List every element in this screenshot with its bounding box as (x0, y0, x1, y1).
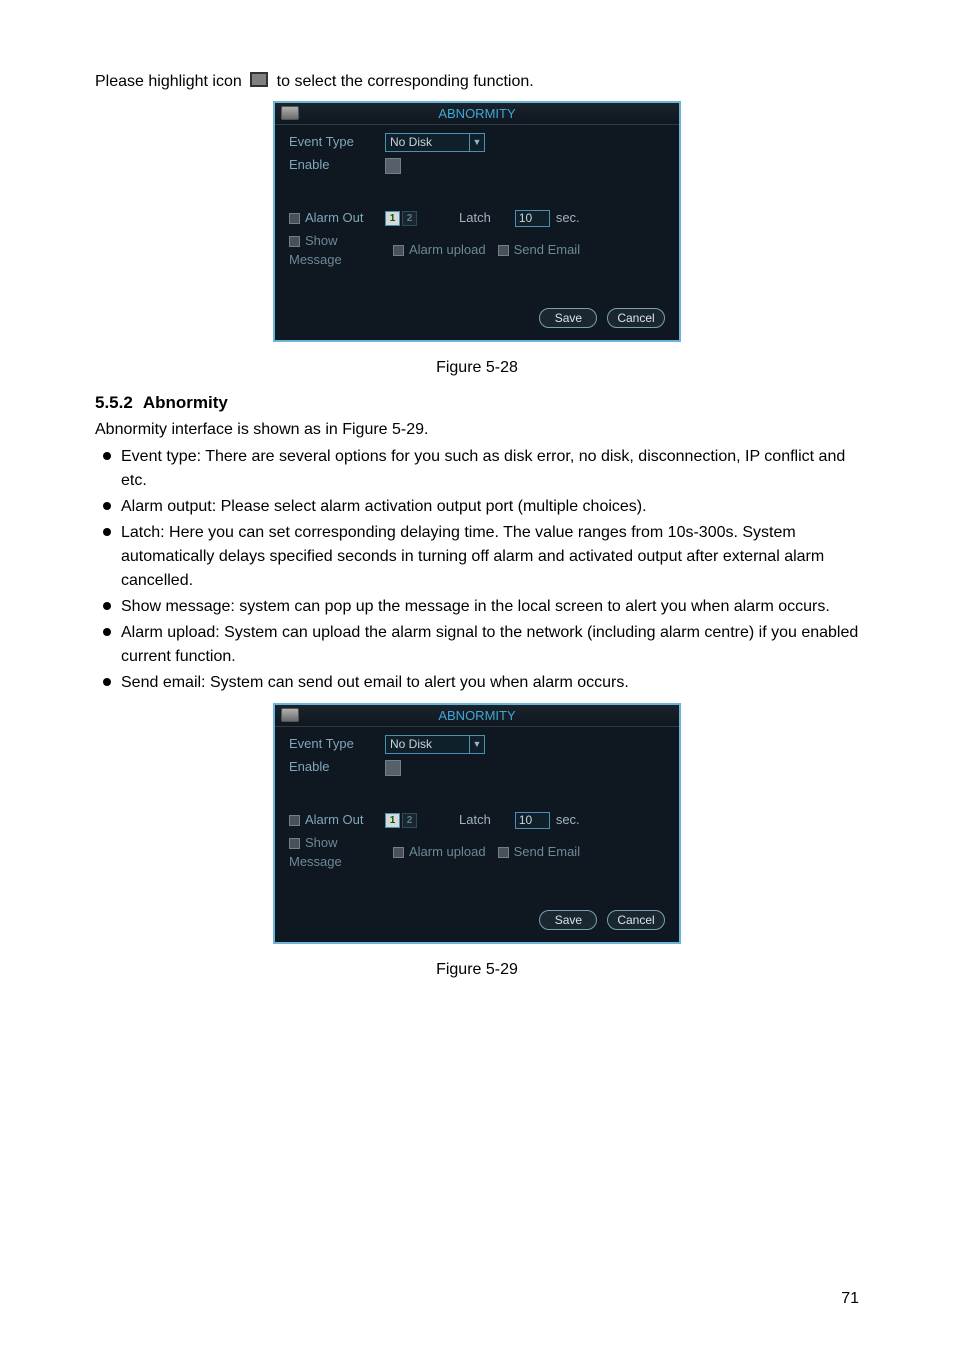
save-button[interactable]: Save (539, 308, 597, 328)
section-intro: Abnormity interface is shown as in Figur… (95, 418, 859, 441)
abnormity-dialog-2: ABNORMITY Event Type No Disk ▼ Enable (273, 703, 681, 944)
system-icon (281, 106, 299, 120)
latch-label: Latch (459, 811, 491, 830)
alarm-out-1[interactable]: 1 (385, 211, 400, 226)
list-item: Alarm upload: System can upload the alar… (121, 621, 859, 669)
list-item: Send email: System can send out email to… (121, 671, 859, 695)
list-item: Event type: There are several options fo… (121, 445, 859, 493)
enable-toggle[interactable] (385, 158, 401, 174)
show-message-row: Show Message (289, 232, 393, 270)
dialog-titlebar: ABNORMITY (275, 103, 679, 125)
enable-label: Enable (289, 758, 385, 777)
send-email-label: Send Email (514, 242, 580, 257)
alarm-out-checkbox[interactable] (289, 815, 300, 826)
event-type-value: No Disk (390, 135, 432, 149)
latch-input[interactable]: 10 (515, 812, 550, 829)
event-type-label: Event Type (289, 735, 385, 754)
cancel-button[interactable]: Cancel (607, 308, 665, 328)
alarm-upload-row: Alarm upload (393, 241, 486, 260)
intro-after: to select the corresponding function. (277, 73, 534, 90)
system-icon (281, 708, 299, 722)
alarm-out-row: Alarm Out (289, 209, 385, 228)
abnormity-dialog-1: ABNORMITY Event Type No Disk ▼ Enable (273, 101, 681, 342)
figure-5-28-caption: Figure 5-28 (95, 356, 859, 379)
alarm-upload-label: Alarm upload (409, 242, 486, 257)
list-item: Latch: Here you can set corresponding de… (121, 521, 859, 593)
cancel-button[interactable]: Cancel (607, 910, 665, 930)
intro-line: Please highlight icon to select the corr… (95, 70, 859, 93)
latch-input[interactable]: 10 (515, 210, 550, 227)
send-email-checkbox[interactable] (498, 847, 509, 858)
event-type-value: No Disk (390, 737, 432, 751)
figure-5-28: ABNORMITY Event Type No Disk ▼ Enable (95, 101, 859, 342)
show-message-checkbox[interactable] (289, 236, 300, 247)
figure-5-29: ABNORMITY Event Type No Disk ▼ Enable (95, 703, 859, 944)
figure-5-29-caption: Figure 5-29 (95, 958, 859, 981)
alarm-out-row: Alarm Out (289, 811, 385, 830)
highlight-icon (250, 72, 268, 87)
alarm-out-2[interactable]: 2 (402, 813, 417, 828)
alarm-upload-checkbox[interactable] (393, 847, 404, 858)
alarm-upload-label: Alarm upload (409, 844, 486, 859)
event-type-select[interactable]: No Disk ▼ (385, 735, 485, 754)
event-type-select[interactable]: No Disk ▼ (385, 133, 485, 152)
alarm-upload-checkbox[interactable] (393, 245, 404, 256)
latch-label: Latch (459, 209, 491, 228)
alarm-out-label: Alarm Out (305, 210, 364, 225)
list-item: Alarm output: Please select alarm activa… (121, 495, 859, 519)
alarm-out-label: Alarm Out (305, 812, 364, 827)
show-message-checkbox[interactable] (289, 838, 300, 849)
send-email-row: Send Email (498, 843, 580, 862)
intro-before: Please highlight icon (95, 73, 242, 90)
send-email-row: Send Email (498, 241, 580, 260)
sec-label: sec. (556, 811, 580, 830)
send-email-checkbox[interactable] (498, 245, 509, 256)
dialog-title: ABNORMITY (438, 106, 515, 121)
event-type-label: Event Type (289, 133, 385, 152)
section-heading: 5.5.2 Abnormity (95, 391, 859, 416)
section-title: Abnormity (143, 391, 228, 416)
list-item: Show message: system can pop up the mess… (121, 595, 859, 619)
alarm-out-1[interactable]: 1 (385, 813, 400, 828)
send-email-label: Send Email (514, 844, 580, 859)
chevron-down-icon[interactable]: ▼ (469, 736, 484, 753)
enable-toggle[interactable] (385, 760, 401, 776)
enable-label: Enable (289, 156, 385, 175)
alarm-upload-row: Alarm upload (393, 843, 486, 862)
sec-label: sec. (556, 209, 580, 228)
dialog-titlebar: ABNORMITY (275, 705, 679, 727)
dialog-title: ABNORMITY (438, 708, 515, 723)
save-button[interactable]: Save (539, 910, 597, 930)
show-message-row: Show Message (289, 834, 393, 872)
chevron-down-icon[interactable]: ▼ (469, 134, 484, 151)
page-number: 71 (841, 1287, 859, 1310)
alarm-out-2[interactable]: 2 (402, 211, 417, 226)
bullet-list: Event type: There are several options fo… (95, 445, 859, 695)
section-number: 5.5.2 (95, 391, 133, 416)
alarm-out-checkbox[interactable] (289, 213, 300, 224)
